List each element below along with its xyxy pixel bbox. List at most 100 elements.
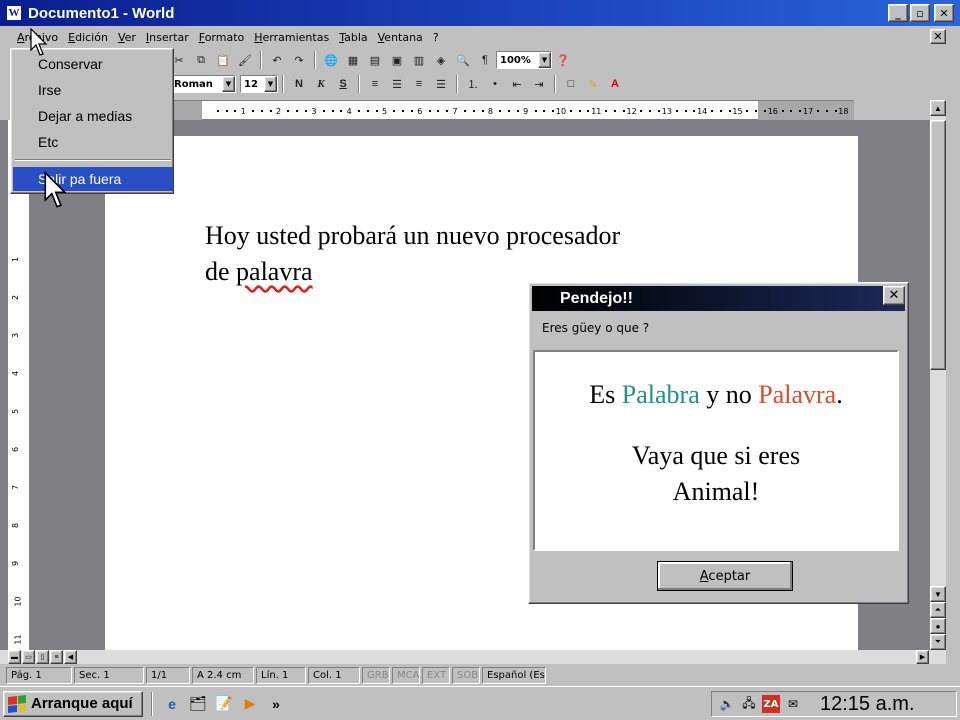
status-track-changes[interactable]: MCA <box>392 666 420 684</box>
maximize-button[interactable]: ▫ <box>910 4 930 22</box>
chevron-down-icon[interactable]: ▼ <box>264 76 277 92</box>
bold-button[interactable]: N <box>289 74 309 94</box>
document-text[interactable]: Hoy usted probará un nuevo procesador de… <box>205 218 765 290</box>
help-icon[interactable]: ❓ <box>553 50 573 70</box>
ruler-tick <box>543 110 546 112</box>
font-select[interactable]: Roman ▼ <box>170 75 236 93</box>
borders-icon[interactable]: □ <box>561 74 581 94</box>
horizontal-ruler[interactable]: 1 2 3 4 5 6 7 8 9 10 11 12 13 14 15 16 17 18 <box>172 100 854 121</box>
ruler-tick <box>428 110 431 112</box>
italic-button[interactable]: K <box>311 74 331 94</box>
decrease-indent-icon[interactable]: ⇤ <box>507 74 527 94</box>
menu-formato[interactable]: Formato <box>194 31 250 44</box>
tables-borders-icon[interactable]: ▦ <box>343 50 363 70</box>
menu-insertar[interactable]: Insertar <box>141 31 194 44</box>
menu-edicion[interactable]: Edición <box>63 31 113 44</box>
chevron-down-icon[interactable]: ▼ <box>538 52 551 68</box>
web-view-icon[interactable]: ▭ <box>22 650 35 664</box>
show-hide-icon[interactable]: ¶ <box>475 50 495 70</box>
highlight-icon[interactable]: ✎ <box>583 74 603 94</box>
font-value: Roman <box>174 78 213 90</box>
dialog-title-bar[interactable]: Pendejo!! <box>532 286 905 311</box>
paste-icon[interactable]: 📋 <box>213 50 233 70</box>
next-page-icon[interactable]: ⏷ <box>930 634 946 650</box>
scroll-right-icon[interactable]: ▶ <box>916 650 929 664</box>
increase-indent-icon[interactable]: ⇥ <box>529 74 549 94</box>
document-map-icon[interactable]: 🔍 <box>453 50 473 70</box>
status-language[interactable]: Español (Es <box>482 666 546 684</box>
menu-item-dejar-a-medias[interactable]: Dejar a medias <box>13 104 173 128</box>
scroll-down-icon[interactable]: ▼ <box>930 586 946 602</box>
redo-icon[interactable]: ↷ <box>289 50 309 70</box>
previous-page-icon[interactable]: ⏶ <box>930 602 946 618</box>
copy-icon[interactable]: ⧉ <box>191 50 211 70</box>
status-overtype[interactable]: SOB <box>452 666 480 684</box>
format-painter-icon[interactable]: 🖌 <box>235 50 255 70</box>
ruler-number: 1 <box>240 107 246 116</box>
ruler-number: 10 <box>555 107 567 116</box>
horizontal-scrollbar[interactable]: ▬ ▭ ▯ ≡ ◀ ▶ <box>0 650 946 664</box>
menu-item-salir-pa-fuera[interactable]: Salir pa fuera <box>13 167 173 191</box>
bullets-icon[interactable]: • <box>485 74 505 94</box>
hyperlink-icon[interactable]: 🌐 <box>321 50 341 70</box>
status-line: Lín. 1 <box>256 666 306 684</box>
undo-icon[interactable]: ↶ <box>267 50 287 70</box>
align-center-icon[interactable]: ☰ <box>387 74 407 94</box>
clock[interactable]: 12:15 a.m. <box>820 693 915 716</box>
ruler-number: 17 <box>803 107 814 116</box>
file-menu: Conservar Irse Dejar a medias Etc Salir … <box>10 48 174 194</box>
speaker-icon[interactable]: 🔈 <box>718 695 736 713</box>
chevron-down-icon[interactable]: ▼ <box>222 76 235 92</box>
accept-button[interactable]: Aceptar <box>657 561 793 591</box>
insert-excel-icon[interactable]: ▣ <box>387 50 407 70</box>
outline-view-icon[interactable]: ≡ <box>50 650 63 664</box>
ie-icon[interactable]: e <box>161 693 183 715</box>
notepad-icon[interactable]: 📝 <box>213 693 235 715</box>
more-icon[interactable]: » <box>265 693 287 715</box>
menu-help[interactable]: ? <box>428 31 444 44</box>
menu-ventana[interactable]: Ventana <box>373 31 428 44</box>
scroll-up-icon[interactable]: ▲ <box>930 100 946 116</box>
document-close-button[interactable]: ✕ <box>930 29 946 44</box>
ruler-tick <box>552 110 555 112</box>
align-right-icon[interactable]: ≡ <box>409 74 429 94</box>
menu-item-etc[interactable]: Etc <box>13 130 173 154</box>
close-button[interactable]: ✕ <box>934 4 954 22</box>
media-icon[interactable]: ▶ <box>239 693 261 715</box>
menu-ver[interactable]: Ver <box>113 31 141 44</box>
misspelled-word[interactable]: palavra <box>236 257 313 286</box>
explorer-icon[interactable]: 🗂 <box>187 693 209 715</box>
mail-icon[interactable]: ✉ <box>784 695 802 713</box>
ruler-tick <box>225 110 228 112</box>
size-select[interactable]: 12 ▼ <box>240 75 278 93</box>
drawing-icon[interactable]: ◈ <box>431 50 451 70</box>
underline-button[interactable]: S <box>333 74 353 94</box>
page-view-icon[interactable]: ▯ <box>36 650 49 664</box>
columns-icon[interactable]: ▥ <box>409 50 429 70</box>
status-record[interactable]: GRB <box>362 666 390 684</box>
menu-tabla[interactable]: Tabla <box>334 31 372 44</box>
menu-herramientas[interactable]: Herramientas <box>249 31 334 44</box>
menu-item-irse[interactable]: Irse <box>13 78 173 102</box>
app-icon[interactable]: W <box>6 5 22 21</box>
vertical-ruler[interactable]: 1 2 3 4 5 6 7 8 9 10 11 <box>8 120 30 650</box>
dialog-close-button[interactable]: ✕ <box>883 286 905 305</box>
zonealarm-icon[interactable]: ZA <box>762 695 780 713</box>
vertical-scrollbar[interactable]: ▲ ▼ ⏶ ● ⏷ <box>930 100 946 650</box>
correct-word: Palabra <box>621 380 700 409</box>
browse-object-icon[interactable]: ● <box>930 618 946 634</box>
scroll-left-icon[interactable]: ◀ <box>64 650 77 664</box>
numbering-icon[interactable]: ⒈ <box>463 74 483 94</box>
align-left-icon[interactable]: ≡ <box>365 74 385 94</box>
font-color-icon[interactable]: A <box>605 74 625 94</box>
zoom-select[interactable]: 100% ▼ <box>496 51 552 69</box>
network-icon[interactable]: 🖧 <box>740 695 758 713</box>
normal-view-icon[interactable]: ▬ <box>8 650 21 664</box>
status-extend[interactable]: EXT <box>422 666 450 684</box>
start-button[interactable]: Arranque aquí <box>3 690 143 717</box>
ruler-number: 18 <box>838 107 849 116</box>
scroll-thumb[interactable] <box>930 120 946 370</box>
insert-table-icon[interactable]: ▤ <box>365 50 385 70</box>
justify-icon[interactable]: ☰ <box>431 74 451 94</box>
minimize-button[interactable]: _ <box>888 4 908 22</box>
